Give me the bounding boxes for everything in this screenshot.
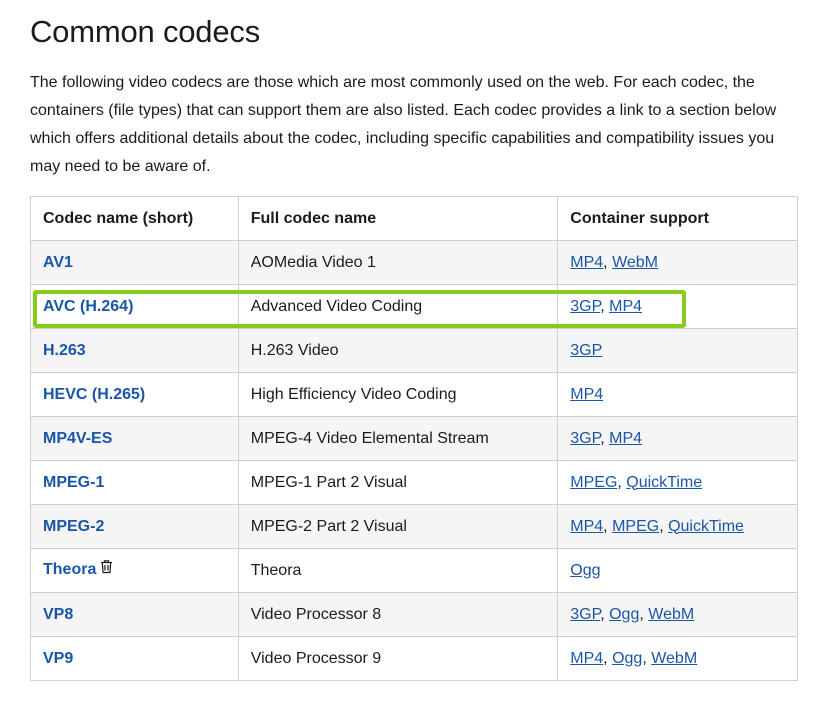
container-link[interactable]: MPEG (570, 474, 617, 491)
container-support-cell: MP4 (557, 372, 798, 417)
codec-short-cell: MPEG-2 (30, 504, 239, 549)
codec-link[interactable]: H.263 (43, 342, 86, 359)
codec-short-cell: MP4V-ES (30, 416, 239, 461)
container-link[interactable]: WebM (612, 254, 658, 271)
codec-link[interactable]: VP8 (43, 606, 73, 623)
container-link[interactable]: QuickTime (626, 474, 702, 491)
header-codec-full: Full codec name (237, 196, 559, 241)
container-link[interactable]: WebM (648, 606, 694, 623)
codec-full-name: MPEG-2 Part 2 Visual (237, 504, 559, 549)
codec-full-name: MPEG-4 Video Elemental Stream (237, 416, 559, 461)
container-support-cell: MP4, MPEG, QuickTime (557, 504, 798, 549)
codec-full-name: Video Processor 9 (237, 636, 559, 681)
separator: , (603, 649, 613, 667)
codec-link[interactable]: Theora (43, 562, 96, 579)
container-support-cell: 3GP, MP4 (557, 284, 798, 329)
codec-short-cell: AVC (H.264) (30, 284, 239, 329)
table-row: VP9 Video Processor 9 MP4, Ogg, WebM (30, 636, 798, 681)
codec-short-cell: AV1 (30, 240, 239, 285)
codec-full-name: Advanced Video Coding (237, 284, 559, 329)
container-support-cell: 3GP (557, 328, 798, 373)
separator: , (600, 429, 610, 447)
container-link[interactable]: MP4 (609, 298, 642, 315)
container-link[interactable]: 3GP (570, 342, 602, 359)
codec-full-name: MPEG-1 Part 2 Visual (237, 460, 559, 505)
container-support-cell: 3GP, MP4 (557, 416, 798, 461)
table-row: MP4V-ES MPEG-4 Video Elemental Stream 3GP,… (30, 416, 798, 461)
container-link[interactable]: MP4 (570, 650, 603, 667)
separator: , (642, 649, 652, 667)
codec-link[interactable]: AVC (H.264) (43, 298, 133, 315)
container-link[interactable]: QuickTime (668, 518, 744, 535)
container-support-cell: MP4, Ogg, WebM (557, 636, 798, 681)
container-support-cell: 3GP, Ogg, WebM (557, 592, 798, 637)
container-link[interactable]: 3GP (570, 298, 600, 315)
codec-table: Codec name (short) Full codec name Conta… (30, 196, 798, 681)
container-link[interactable]: MP4 (609, 430, 642, 447)
codec-link[interactable]: AV1 (43, 254, 73, 271)
codec-link[interactable]: VP9 (43, 650, 73, 667)
separator: , (659, 517, 669, 535)
codec-short-cell: MPEG-1 (30, 460, 239, 505)
container-link[interactable]: WebM (651, 650, 697, 667)
separator: , (617, 473, 627, 491)
table-row: VP8 Video Processor 8 3GP, Ogg, WebM (30, 592, 798, 637)
codec-full-name: Video Processor 8 (237, 592, 559, 637)
codec-short-cell: Theora (30, 548, 239, 593)
table-row: AVC (H.264) Advanced Video Coding 3GP, MP4 (30, 284, 798, 329)
codec-short-cell: VP9 (30, 636, 239, 681)
header-codec-short: Codec name (short) (30, 196, 239, 241)
container-link[interactable]: MP4 (570, 254, 603, 271)
codec-full-name: High Efficiency Video Coding (237, 372, 559, 417)
container-link[interactable]: MP4 (570, 386, 603, 403)
container-support-cell: MPEG, QuickTime (557, 460, 798, 505)
codec-link[interactable]: MPEG-1 (43, 474, 104, 491)
container-link[interactable]: MP4 (570, 518, 603, 535)
table-header-row: Codec name (short) Full codec name Conta… (30, 196, 798, 241)
table-row: MPEG-1 MPEG-1 Part 2 Visual MPEG, QuickTim… (30, 460, 798, 505)
codec-short-cell: H.263 (30, 328, 239, 373)
codec-short-cell: HEVC (H.265) (30, 372, 239, 417)
container-link[interactable]: 3GP (570, 606, 600, 623)
table-row: MPEG-2 MPEG-2 Part 2 Visual MP4, MPEG, Qui… (30, 504, 798, 549)
codec-full-name: AOMedia Video 1 (237, 240, 559, 285)
container-link[interactable]: 3GP (570, 430, 600, 447)
codec-short-cell: VP8 (30, 592, 239, 637)
codec-link[interactable]: MPEG-2 (43, 518, 104, 535)
container-support-cell: MP4, WebM (557, 240, 798, 285)
table-row: H.263 H.263 Video 3GP (30, 328, 798, 373)
container-link[interactable]: Ogg (570, 562, 600, 579)
table-row: Theora Theora Ogg (30, 548, 798, 593)
separator: , (600, 297, 610, 315)
separator: , (603, 517, 613, 535)
separator: , (600, 605, 610, 623)
codec-full-name: H.263 Video (237, 328, 559, 373)
intro-paragraph: The following video codecs are those whi… (30, 74, 777, 175)
separator: , (603, 253, 613, 271)
header-container-support: Container support (557, 196, 798, 241)
container-link[interactable]: Ogg (612, 650, 642, 667)
page-title: Common codecs (30, 14, 260, 49)
codec-full-name: Theora (237, 548, 559, 593)
separator: , (639, 605, 649, 623)
table-row: HEVC (H.265) High Efficiency Video Coding… (30, 372, 798, 417)
container-support-cell: Ogg (557, 548, 798, 593)
codec-link[interactable]: HEVC (H.265) (43, 386, 145, 403)
container-link[interactable]: Ogg (609, 606, 639, 623)
table-row: AV1 AOMedia Video 1 MP4, WebM (30, 240, 798, 285)
codec-link[interactable]: MP4V-ES (43, 430, 112, 447)
trash-icon (100, 559, 113, 579)
table-body: AV1 AOMedia Video 1 MP4, WebM AVC (H.264) Ad… (30, 240, 798, 681)
container-link[interactable]: MPEG (612, 518, 659, 535)
